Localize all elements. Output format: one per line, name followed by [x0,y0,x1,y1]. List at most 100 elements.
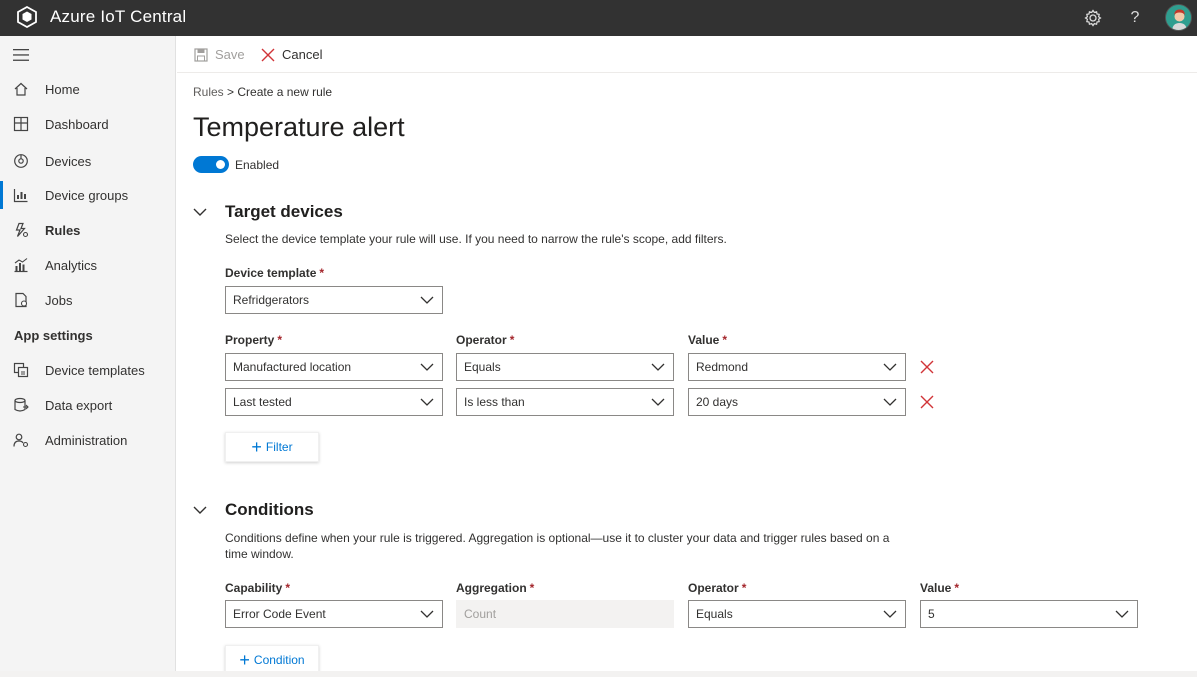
toggle-knob [216,160,225,169]
sidebar-item-administration[interactable]: Administration [0,423,176,457]
target-devices-description: Select the device template your rule wil… [225,232,727,246]
property-label: Property * [225,333,283,347]
device-templates-icon [13,362,29,378]
cancel-button[interactable]: Cancel [261,47,322,62]
sidebar-item-jobs[interactable]: Jobs [0,283,176,317]
aggregation-dropdown[interactable]: Count [456,600,674,628]
condition-operator-dropdown[interactable]: Equals [688,600,906,628]
top-bar: Azure IoT Central ? [0,0,1197,36]
save-icon [194,47,208,62]
sidebar-item-label: Analytics [45,257,98,273]
operator-label: Operator * [456,333,515,347]
breadcrumb-current: Create a new rule [237,85,333,99]
sidebar-item-device-groups[interactable]: Device groups [0,178,176,212]
sidebar-item-label: Rules [45,222,81,238]
chevron-down-icon [420,363,434,371]
sidebar-item-label: Administration [45,432,128,448]
app-title[interactable]: Azure IoT Central [50,7,186,27]
command-bar: Save Cancel [177,36,1197,73]
enabled-toggle[interactable] [193,156,229,173]
chevron-down-icon [651,398,665,406]
save-button[interactable]: Save [194,47,245,62]
device-template-dropdown[interactable]: Refridgerators [225,286,443,314]
help-icon[interactable]: ? [1125,8,1145,28]
sidebar-item-data-export[interactable]: Data export [0,388,176,422]
page-title[interactable]: Temperature alert [193,112,405,143]
dropdown-placeholder: Count [464,607,497,621]
user-avatar[interactable] [1165,4,1192,31]
dropdown-value: Manufactured location [233,360,352,374]
dropdown-value: Is less than [464,395,525,409]
gear-icon[interactable] [1083,8,1103,28]
filter-property-dropdown[interactable]: Last tested [225,388,443,416]
dashboard-icon [13,116,29,132]
sidebar-item-home[interactable]: Home [0,72,176,106]
sidebar-item-device-templates[interactable]: Device templates [0,353,176,387]
sidebar-item-analytics[interactable]: Analytics [0,248,176,282]
chevron-down-icon [883,363,897,371]
save-label: Save [215,47,245,62]
breadcrumb-separator: > [227,85,235,99]
dropdown-value: 5 [928,607,935,621]
condition-value-label: Value * [920,581,960,595]
breadcrumb-rules-link[interactable]: Rules [193,85,224,99]
chevron-down-icon [420,610,434,618]
filter-value-dropdown[interactable]: 20 days [688,388,906,416]
capability-dropdown[interactable]: Error Code Event [225,600,443,628]
sidebar-item-label: Home [45,81,80,97]
add-filter-button[interactable]: + Filter [225,432,319,462]
device-template-label: Device template * [225,266,325,280]
collapse-target-devices-chevron-icon[interactable] [193,207,207,217]
app-settings-heading: App settings [14,328,93,343]
close-icon [261,48,275,61]
sidebar-item-label: Device templates [45,362,145,378]
rules-icon [15,222,29,238]
chevron-down-icon [651,363,665,371]
filter-operator-dropdown[interactable]: Equals [456,353,674,381]
sidebar-item-label: Jobs [45,292,73,308]
filter-value-dropdown[interactable]: Redmond [688,353,906,381]
sidebar-item-label: Dashboard [45,116,109,132]
hamburger-menu-icon[interactable] [13,48,29,62]
sidebar-item-label: Data export [45,397,113,413]
condition-value-dropdown[interactable]: 5 [920,600,1138,628]
conditions-heading: Conditions [225,500,314,519]
chevron-down-icon [883,610,897,618]
aggregation-label: Aggregation * [456,581,535,595]
delete-filter-icon[interactable] [920,395,934,409]
main-content: Save Cancel Rules > Create a new rule Te… [177,36,1197,677]
value-label: Value * [688,333,728,347]
bottom-edge [0,671,1197,677]
administration-icon [13,433,29,448]
chevron-down-icon [420,398,434,406]
sidebar-item-devices[interactable]: Devices [0,144,176,178]
dropdown-value: Last tested [233,395,292,409]
plus-icon: + [239,650,250,670]
target-devices-heading: Target devices [225,202,343,221]
data-export-icon [14,397,29,412]
sidebar-item-label: Device groups [45,187,129,203]
condition-operator-label: Operator * [688,581,747,595]
dropdown-value: Refridgerators [233,293,310,307]
add-filter-label: Filter [265,440,293,454]
cancel-label: Cancel [282,47,323,62]
dropdown-value: Equals [464,360,501,374]
collapse-conditions-chevron-icon[interactable] [193,505,207,515]
device-groups-icon [13,189,28,203]
plus-icon: + [251,437,262,457]
sidebar-item-rules[interactable]: Rules [0,213,176,247]
sidebar-item-dashboard[interactable]: Dashboard [0,107,176,141]
filter-property-dropdown[interactable]: Manufactured location [225,353,443,381]
delete-filter-icon[interactable] [920,360,934,374]
jobs-icon [15,292,28,308]
dropdown-value: Equals [696,607,733,621]
azure-iot-logo[interactable] [16,6,38,28]
home-icon [14,82,28,96]
capability-label: Capability * [225,581,291,595]
filter-operator-dropdown[interactable]: Is less than [456,388,674,416]
devices-icon [14,154,28,168]
conditions-description: Conditions define when your rule is trig… [225,531,890,561]
dropdown-value: Redmond [696,360,749,374]
dropdown-value: Error Code Event [233,607,326,621]
chevron-down-icon [883,398,897,406]
